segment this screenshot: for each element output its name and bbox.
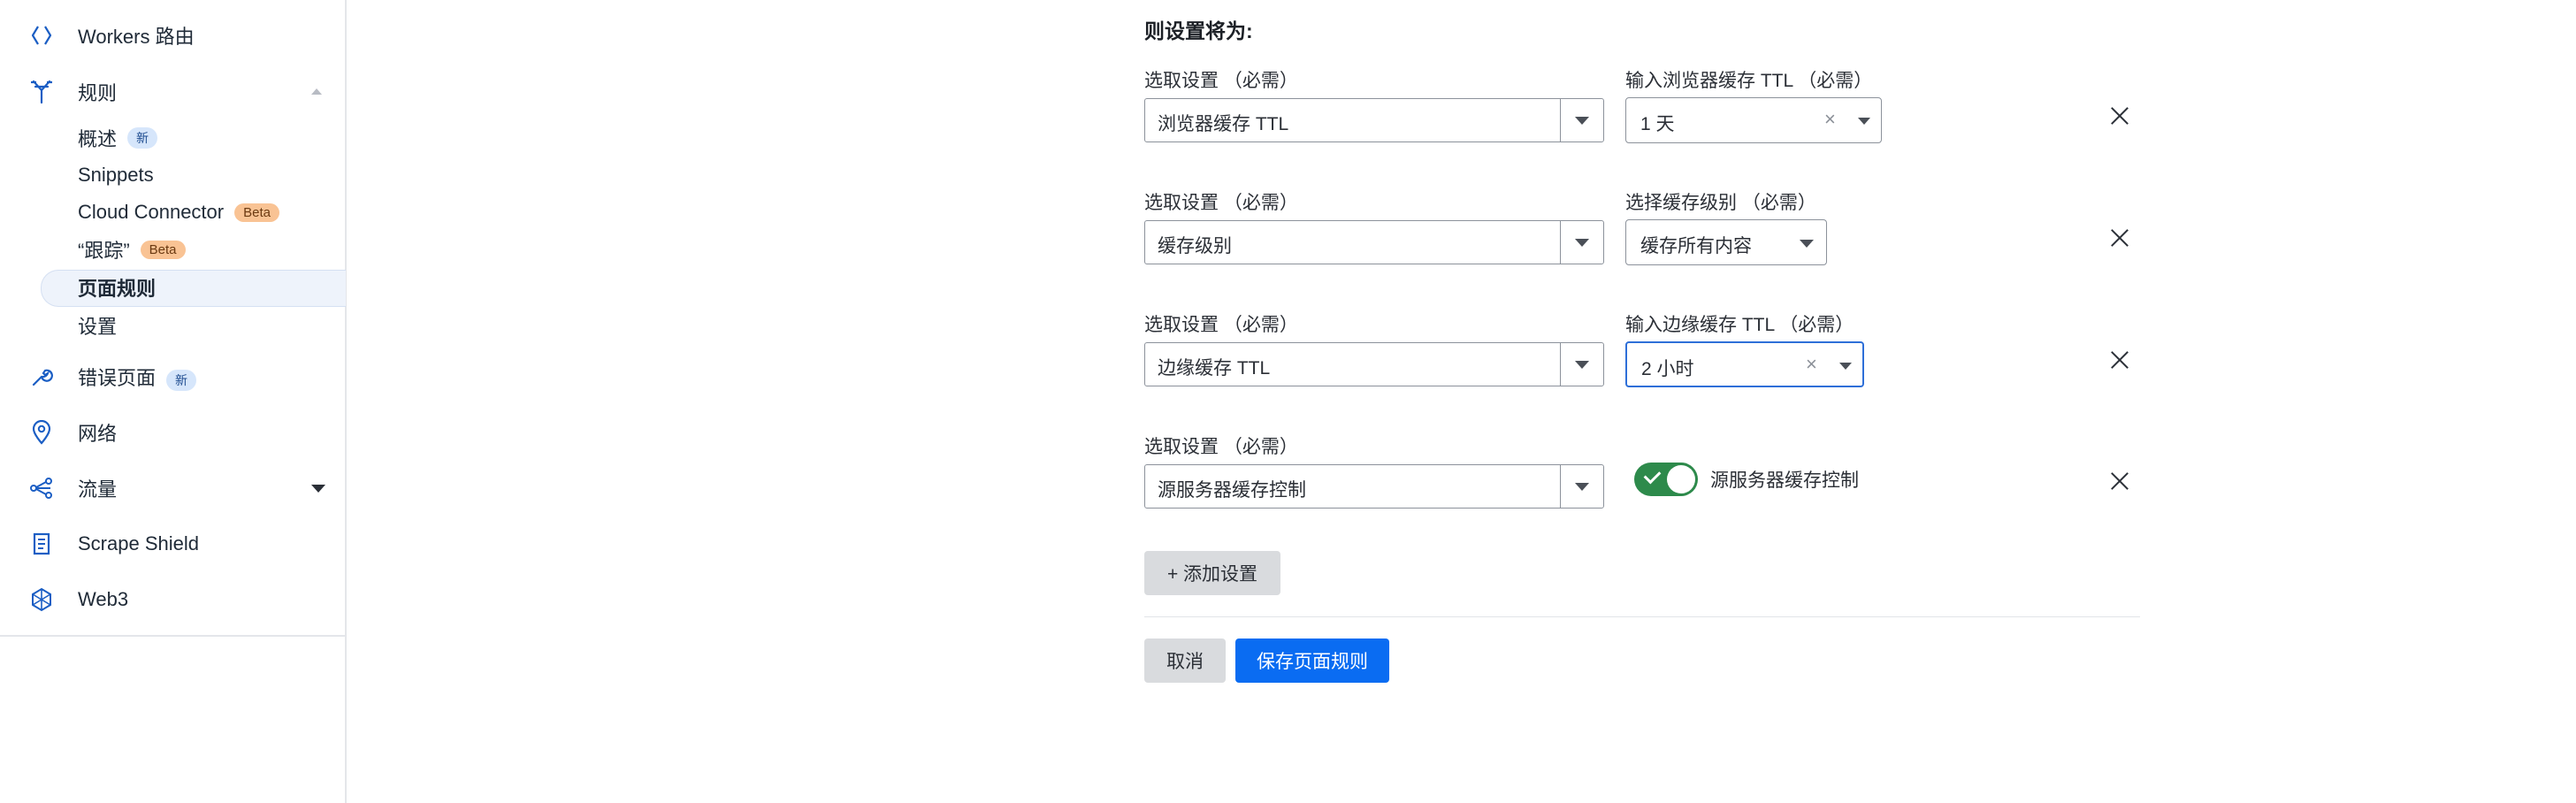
chevron-down-icon[interactable] (1800, 240, 1814, 248)
value-label: 输入边缘缓存 TTL （必需） (1625, 315, 1854, 335)
dropdown-arrow-icon[interactable] (1560, 465, 1603, 508)
rules-icon (27, 77, 57, 107)
sidebar-subitem-label: “跟踪” (78, 240, 130, 262)
setting-label: 选取设置 （必需） (1144, 193, 1298, 213)
sidebar-item-label: Workers 路由 (78, 26, 195, 48)
setting-select-value: 源服务器缓存控制 (1158, 480, 1306, 501)
sidebar-item-label: 流量 (78, 478, 118, 501)
remove-setting-icon[interactable] (2106, 468, 2133, 494)
value-select-value: 1 天 (1640, 114, 1675, 134)
beta-badge: Beta (140, 240, 186, 259)
value-select-value: 2 小时 (1641, 359, 1694, 379)
setting-select-value: 边缘缓存 TTL (1158, 358, 1271, 379)
location-pin-icon (27, 417, 57, 447)
sidebar-item-network[interactable]: 网络 (0, 410, 343, 455)
workers-route-icon (27, 20, 57, 50)
web3-icon (27, 585, 57, 615)
setting-select[interactable]: 浏览器缓存 TTL (1144, 98, 1604, 142)
dropdown-arrow-icon[interactable] (1560, 343, 1603, 386)
new-badge: 新 (127, 127, 158, 149)
setting-select[interactable]: 边缘缓存 TTL (1144, 342, 1604, 386)
checkmark-icon (1643, 466, 1662, 485)
value-label: 输入浏览器缓存 TTL （必需） (1625, 71, 1873, 91)
sidebar-item-traffic[interactable]: 流量 (0, 466, 343, 510)
document-icon (27, 529, 57, 559)
remove-setting-icon[interactable] (2106, 347, 2133, 373)
browser-cache-ttl-select[interactable]: 1 天 × (1625, 97, 1882, 143)
clear-icon[interactable]: × (1824, 108, 1836, 131)
beta-badge: Beta (234, 203, 279, 222)
remove-setting-icon[interactable] (2106, 103, 2133, 129)
sidebar-subitem-trace[interactable]: “跟踪” Beta (78, 232, 186, 267)
setting-select[interactable]: 缓存级别 (1144, 220, 1604, 264)
sidebar-item-error-pages[interactable]: 错误页面新 (0, 355, 343, 399)
sidebar-subitem-label: 概述 (78, 128, 118, 150)
setting-label: 选取设置 （必需） (1144, 315, 1298, 335)
add-setting-button[interactable]: + 添加设置 (1144, 551, 1280, 595)
setting-select-value: 缓存级别 (1158, 236, 1232, 256)
sidebar-item-label: Scrape Shield (78, 532, 199, 554)
sidebar-item-workers-route[interactable]: Workers 路由 (0, 13, 343, 57)
toggle-label: 源服务器缓存控制 (1710, 470, 1859, 491)
cache-level-select[interactable]: 缓存所有内容 (1625, 219, 1827, 265)
new-badge: 新 (166, 370, 197, 391)
chevron-down-icon[interactable] (1858, 118, 1870, 125)
sidebar-subitem-cloud-connector[interactable]: Cloud Connector Beta (78, 195, 279, 230)
chevron-up-icon[interactable] (311, 88, 322, 95)
sidebar-item-rules[interactable]: 规则 (0, 70, 343, 114)
sidebar-subitem-label: 页面规则 (78, 278, 157, 300)
sidebar-item-web3[interactable]: Web3 (0, 577, 343, 622)
sidebar-subitem-page-rules[interactable]: 页面规则 (78, 270, 156, 305)
sidebar-item-label: Web3 (78, 588, 129, 610)
value-label: 选择缓存级别 （必需） (1625, 193, 1816, 213)
sidebar-item-text: 错误页面 (78, 367, 157, 389)
sidebar-item-label: 网络 (78, 423, 118, 445)
origin-cache-control-toggle[interactable] (1634, 463, 1698, 496)
remove-setting-icon[interactable] (2106, 225, 2133, 251)
divider (1144, 616, 2140, 617)
section-title: 则设置将为: (1144, 19, 1253, 42)
dropdown-arrow-icon[interactable] (1560, 221, 1603, 264)
edge-cache-ttl-select[interactable]: 2 小时 × (1625, 341, 1864, 387)
sidebar-subitem-label: 设置 (78, 316, 118, 338)
setting-select[interactable]: 源服务器缓存控制 (1144, 464, 1604, 509)
sidebar-nav: Workers 路由 规则 概述 新 Snippets Cloud Connec… (0, 0, 346, 637)
chevron-down-icon[interactable] (1839, 363, 1852, 370)
sidebar-subitem-label: Cloud Connector (78, 201, 225, 223)
chevron-down-icon[interactable] (311, 485, 325, 493)
sidebar-item-label: 规则 (78, 82, 118, 104)
sidebar-item-scrape-shield[interactable]: Scrape Shield (0, 522, 343, 566)
toggle-knob (1667, 465, 1695, 493)
sidebar: Workers 路由 规则 概述 新 Snippets Cloud Connec… (0, 0, 347, 803)
save-page-rule-button[interactable]: 保存页面规则 (1235, 639, 1389, 683)
setting-select-value: 浏览器缓存 TTL (1158, 114, 1289, 134)
cancel-button[interactable]: 取消 (1144, 639, 1226, 683)
setting-label: 选取设置 （必需） (1144, 437, 1298, 457)
clear-icon[interactable]: × (1806, 353, 1817, 376)
sidebar-subitem-settings[interactable]: 设置 (78, 308, 117, 343)
traffic-share-icon (27, 473, 57, 503)
sidebar-item-label: 错误页面新 (78, 363, 197, 391)
dropdown-arrow-icon[interactable] (1560, 99, 1603, 141)
value-select-value: 缓存所有内容 (1640, 236, 1752, 256)
wrench-icon (27, 362, 57, 392)
sidebar-subitem-snippets[interactable]: Snippets (78, 157, 154, 193)
setting-label: 选取设置 （必需） (1144, 71, 1298, 91)
sidebar-subitem-overview[interactable]: 概述 新 (78, 120, 158, 156)
sidebar-subitem-label: Snippets (78, 164, 154, 186)
